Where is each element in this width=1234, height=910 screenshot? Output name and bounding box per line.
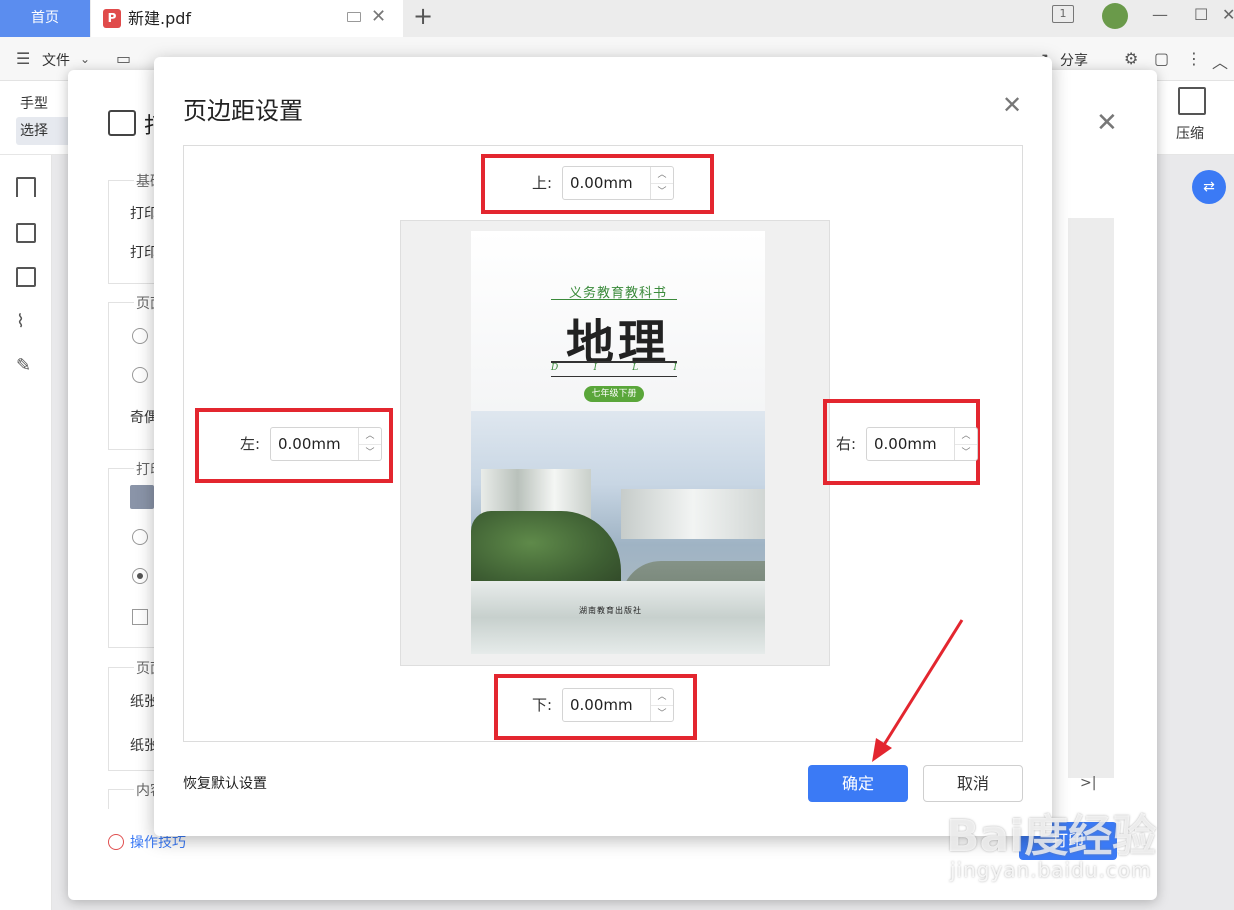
chevron-down-icon[interactable]: ⌄ bbox=[80, 52, 90, 66]
cancel-button[interactable]: 取消 bbox=[923, 765, 1023, 802]
print-dialog-close-icon[interactable]: ✕ bbox=[1096, 108, 1118, 138]
more-icon[interactable]: ⋮ bbox=[1186, 49, 1202, 68]
cover-grade-badge: 七年级下册 bbox=[584, 386, 644, 402]
basic-section bbox=[108, 180, 158, 284]
cover-publisher: 湖南教育出版社 bbox=[579, 606, 642, 615]
margin-bottom-stepper[interactable]: ︿ ﹀ bbox=[650, 689, 673, 721]
cover-photo-waterfall-right bbox=[621, 489, 765, 539]
collapse-ribbon-icon[interactable]: ︿ bbox=[1212, 49, 1228, 73]
baidu-watermark: Bai度经验 bbox=[946, 811, 1157, 862]
tool-select[interactable]: 选择 bbox=[16, 117, 76, 145]
last-page-icon[interactable]: >| bbox=[1080, 775, 1096, 791]
stepper-down-icon[interactable]: ﹀ bbox=[651, 183, 673, 199]
compress-icon[interactable] bbox=[1178, 87, 1206, 115]
cover-rule-3 bbox=[551, 376, 677, 377]
screen-icon[interactable] bbox=[347, 12, 361, 22]
baidu-watermark-url: jingyan.baidu.com bbox=[950, 858, 1152, 882]
folder-icon[interactable]: ▭ bbox=[116, 49, 131, 68]
page-preview-cover: 义务教育教科书 地理 D I L I 七年级下册 湖南教育出版社 bbox=[471, 231, 765, 654]
tab-document[interactable]: P 新建.pdf ✕ bbox=[91, 0, 403, 37]
comment-panel-icon[interactable] bbox=[16, 267, 36, 287]
margin-dialog-title: 页边距设置 bbox=[183, 97, 303, 125]
stepper-down-icon[interactable]: ﹀ bbox=[359, 444, 381, 460]
cover-pinyin-letter: D bbox=[551, 363, 559, 373]
stepper-up-icon[interactable]: ︿ bbox=[955, 428, 977, 444]
stepper-down-icon[interactable]: ﹀ bbox=[955, 444, 977, 460]
page-radio-2[interactable] bbox=[132, 367, 148, 383]
stepper-up-icon[interactable]: ︿ bbox=[651, 689, 673, 705]
image-icon[interactable] bbox=[16, 223, 36, 243]
color-swatch[interactable] bbox=[130, 485, 154, 509]
attachment-icon[interactable]: ⌇ bbox=[16, 311, 36, 332]
print-radio-1[interactable] bbox=[132, 529, 148, 545]
pdf-icon: P bbox=[103, 9, 121, 28]
tips-label: 操作技巧 bbox=[130, 835, 186, 851]
printer-icon bbox=[108, 110, 136, 136]
tab-home[interactable]: 首页 bbox=[0, 0, 90, 37]
margin-left-label: 左: bbox=[240, 435, 261, 453]
cover-pinyin-letter: L bbox=[632, 363, 639, 373]
margin-dialog-close-icon[interactable]: ✕ bbox=[1002, 91, 1022, 119]
reset-defaults-link[interactable]: 恢复默认设置 bbox=[183, 773, 267, 793]
hamburger-icon[interactable]: ☰ bbox=[16, 49, 30, 68]
stepper-down-icon[interactable]: ﹀ bbox=[651, 705, 673, 721]
minimize-icon[interactable]: — bbox=[1152, 5, 1168, 24]
margin-left-stepper[interactable]: ︿ ﹀ bbox=[358, 428, 381, 460]
gear-icon[interactable]: ⚙ bbox=[1124, 49, 1138, 68]
close-window-icon[interactable]: ✕ bbox=[1222, 5, 1234, 24]
stepper-up-icon[interactable]: ︿ bbox=[359, 428, 381, 444]
cover-rule-1 bbox=[551, 299, 677, 300]
margin-dialog: 页边距设置 ✕ 义务教育教科书 地理 D I L I 七年级下册 湖南教育出版社… bbox=[154, 57, 1052, 836]
margin-bottom-label: 下: bbox=[532, 696, 553, 714]
tool-hand[interactable]: 手型 bbox=[20, 93, 48, 113]
cover-pinyin-letter: I bbox=[593, 363, 597, 373]
close-tab-icon[interactable]: ✕ bbox=[371, 6, 386, 27]
play-circle-icon bbox=[108, 834, 124, 850]
avatar[interactable] bbox=[1102, 3, 1128, 29]
print-checkbox[interactable] bbox=[132, 609, 148, 625]
new-tab-icon[interactable]: + bbox=[413, 2, 433, 30]
cover-pinyin-letter: I bbox=[673, 363, 677, 373]
margin-top-stepper[interactable]: ︿ ﹀ bbox=[650, 167, 673, 199]
bookmark-icon[interactable] bbox=[16, 177, 36, 197]
menu-file[interactable]: 文件 bbox=[42, 50, 70, 70]
comment-icon[interactable]: ▢ bbox=[1154, 49, 1169, 68]
margin-right-label: 右: bbox=[836, 435, 857, 453]
print-radio-2[interactable] bbox=[132, 568, 148, 584]
cover-pinyin: D I L I bbox=[551, 363, 677, 373]
page-count-icon[interactable]: 1 bbox=[1052, 5, 1074, 23]
margin-right-stepper[interactable]: ︿ ﹀ bbox=[954, 428, 977, 460]
ok-button[interactable]: 确定 bbox=[808, 765, 908, 802]
print-preview-strip bbox=[1068, 218, 1114, 778]
left-sidebar: ⌇ ✎ bbox=[0, 155, 52, 910]
menu-share[interactable]: 分享 bbox=[1060, 50, 1088, 70]
translate-icon[interactable]: ⇄ bbox=[1192, 170, 1226, 204]
maximize-icon[interactable]: ☐ bbox=[1194, 5, 1208, 24]
margin-top-label: 上: bbox=[532, 174, 553, 192]
page-radio-1[interactable] bbox=[132, 328, 148, 344]
tool-compress[interactable]: 压缩 bbox=[1176, 123, 1204, 143]
tab-bar: 首页 P 新建.pdf ✕ + 1 — ☐ ✕ bbox=[0, 0, 1234, 37]
sign-icon[interactable]: ✎ bbox=[16, 355, 36, 376]
stepper-up-icon[interactable]: ︿ bbox=[651, 167, 673, 183]
tab-document-title: 新建.pdf bbox=[128, 9, 192, 28]
cover-photo-river bbox=[471, 581, 765, 654]
paper-section bbox=[108, 667, 158, 771]
